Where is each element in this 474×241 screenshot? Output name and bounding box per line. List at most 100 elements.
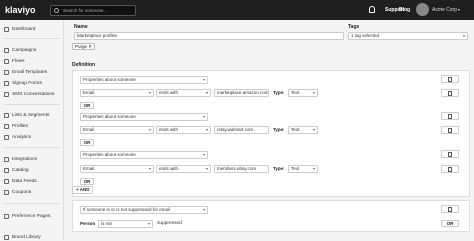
data-feeds-icon: [4, 179, 9, 184]
value-input[interactable]: marketplace.amazon.com: [214, 89, 269, 97]
property-select[interactable]: Email ▾: [80, 165, 154, 173]
chevron-down-icon: ▾: [462, 33, 465, 38]
condition-type-select[interactable]: If someone is or is not suppressed for e…: [80, 206, 208, 214]
chevron-down-icon: ▾: [205, 127, 208, 132]
chevron-down-icon: ▾: [205, 90, 208, 95]
condition-type-select[interactable]: Properties about someone ▾: [80, 151, 208, 159]
type-select[interactable]: Text ▾: [288, 126, 318, 134]
type-select[interactable]: Text ▾: [288, 89, 318, 97]
sidebar-item-sms-conversations[interactable]: SMS Conversations: [4, 91, 54, 98]
delete-condition-button[interactable]: [441, 205, 459, 213]
lists-icon: [4, 113, 9, 118]
chevron-down-icon: ▾: [312, 127, 315, 132]
preference-pages-icon: [4, 214, 9, 219]
catalog-icon: [4, 168, 9, 173]
chevron-down-icon: ▾: [312, 90, 315, 95]
property-select[interactable]: Email ▾: [80, 89, 154, 97]
chevron-down-icon: ▾: [148, 166, 151, 171]
flows-icon: [4, 59, 9, 64]
value-input[interactable]: members.ebay.com: [214, 165, 269, 173]
person-select[interactable]: is not ▾: [98, 220, 153, 228]
add-and-button[interactable]: + AND: [72, 186, 94, 194]
delete-condition-button[interactable]: [441, 112, 459, 120]
or-button[interactable]: OR: [80, 102, 94, 109]
name-input[interactable]: Marketplace profiles: [74, 32, 344, 40]
delete-condition-button[interactable]: [441, 150, 459, 158]
operator-select[interactable]: ends with ▾: [156, 165, 211, 173]
sidebar-item-preference-pages[interactable]: Preference Pages: [4, 213, 50, 220]
avatar[interactable]: [416, 3, 429, 16]
chevron-down-icon: ▾: [202, 152, 205, 157]
sidebar-item-profiles[interactable]: Profiles: [4, 123, 28, 130]
bell-icon[interactable]: [369, 6, 375, 13]
operator-select[interactable]: ends with ▾: [156, 126, 211, 134]
sidebar-item-integrations[interactable]: Integrations: [4, 156, 37, 163]
segment-editor: Name Marketplace profiles Tags 1 tag sel…: [68, 20, 474, 240]
sidebar-item-signup-forms[interactable]: Signup Forms: [4, 80, 42, 87]
property-select[interactable]: Email ▾: [80, 126, 154, 134]
tags-select[interactable]: 1 tag selected ▾: [348, 32, 468, 40]
sidebar-divider: [4, 38, 60, 39]
condition-type-select[interactable]: Properties about someone ▾: [80, 76, 208, 84]
or-button[interactable]: OR: [441, 220, 459, 227]
chevron-down-icon: ▾: [147, 221, 150, 226]
account-name[interactable]: Acme Corp: [432, 7, 457, 13]
or-button[interactable]: OR: [80, 178, 94, 185]
signup-forms-icon: [4, 81, 9, 86]
profiles-icon: [4, 124, 9, 129]
type-select[interactable]: Text ▾: [288, 165, 318, 173]
person-label: Person: [80, 221, 96, 226]
analytics-icon: [4, 135, 9, 140]
sidebar-item-catalog[interactable]: Catalog: [4, 167, 29, 174]
suppressed-text: suppressed: [157, 221, 182, 226]
sidebar-item-lists-segments[interactable]: Lists & Segments: [4, 112, 49, 119]
chevron-down-icon: ▾: [202, 77, 205, 82]
sidebar-item-campaigns[interactable]: Campaigns: [4, 47, 36, 54]
chevron-down-icon: ▾: [202, 207, 205, 212]
search-placeholder: Search for someone...: [63, 7, 108, 13]
type-label: Type:: [273, 127, 285, 132]
sidebar-divider: [4, 104, 60, 105]
chevron-down-icon: ▾: [148, 90, 151, 95]
trash-icon: [448, 207, 452, 212]
definition-label: Definition: [72, 62, 96, 68]
delete-condition-button[interactable]: [441, 75, 459, 83]
email-templates-icon: [4, 70, 9, 75]
delete-condition-button[interactable]: [441, 89, 459, 97]
sidebar-item-data-feeds[interactable]: Data Feeds: [4, 178, 37, 185]
close-icon[interactable]: ✕: [88, 44, 92, 49]
blog-link[interactable]: Blog: [399, 7, 410, 13]
dashboard-icon: [4, 27, 9, 32]
sidebar-item-analytics[interactable]: Analytics: [4, 134, 31, 141]
sidebar-item-dashboard[interactable]: Dashboard: [4, 26, 35, 33]
trash-icon: [448, 77, 452, 82]
name-label: Name: [74, 24, 88, 30]
chevron-down-icon[interactable]: ▾: [458, 7, 460, 12]
operator-select[interactable]: ends with ▾: [156, 89, 211, 97]
type-label: Type:: [273, 166, 285, 171]
sidebar-item-flows[interactable]: Flows: [4, 58, 25, 65]
or-button[interactable]: OR: [80, 139, 94, 146]
condition-type-select[interactable]: Properties about someone ▾: [80, 113, 208, 121]
trash-icon: [448, 114, 452, 119]
chevron-down-icon: ▾: [312, 166, 315, 171]
search-input[interactable]: Search for someone...: [50, 4, 136, 16]
trash-icon: [448, 91, 452, 96]
sms-icon: [4, 92, 9, 97]
chevron-down-icon: ▾: [148, 127, 151, 132]
tags-label: Tags: [348, 24, 360, 30]
trash-icon: [448, 167, 452, 172]
delete-condition-button[interactable]: [441, 165, 459, 173]
type-label: Type:: [273, 90, 285, 95]
value-input[interactable]: relay.walmart.com: [214, 126, 269, 134]
sidebar-item-email-templates[interactable]: Email Templates: [4, 69, 47, 76]
trash-icon: [448, 128, 452, 133]
klaviyo-logo[interactable]: klaviyo: [5, 5, 45, 15]
chevron-down-icon: ▾: [205, 166, 208, 171]
delete-condition-button[interactable]: [441, 126, 459, 134]
sidebar: Dashboard Campaigns Flows Email Template…: [0, 20, 64, 240]
integrations-icon: [4, 157, 9, 162]
campaigns-icon: [4, 48, 9, 53]
tag-chip[interactable]: Purge ✕: [72, 43, 96, 50]
sidebar-item-coupons[interactable]: Coupons: [4, 189, 31, 196]
